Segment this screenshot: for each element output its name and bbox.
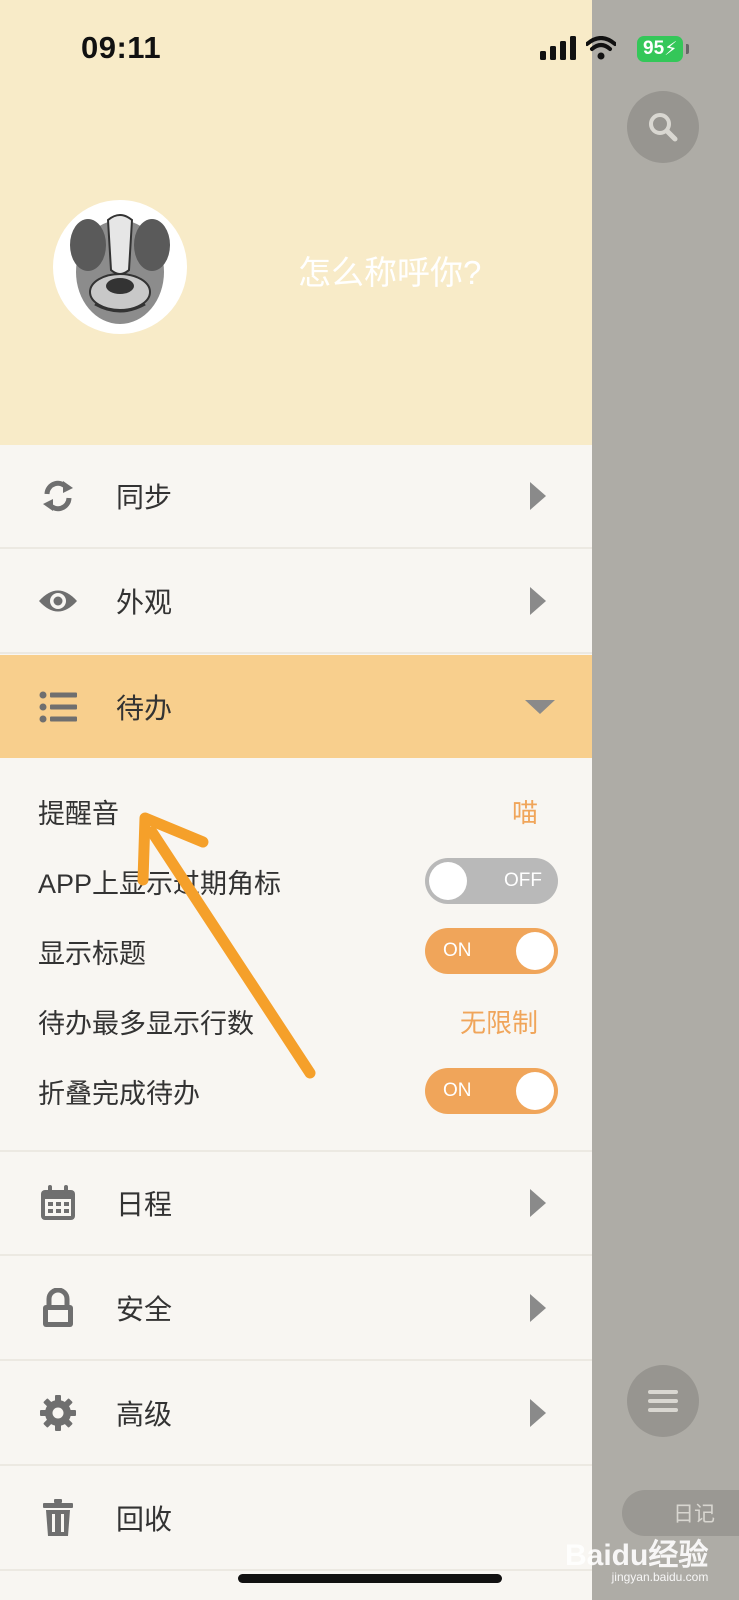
toggle-knob [516, 1072, 554, 1110]
trash-icon [37, 1497, 79, 1539]
setting-show-title: 显示标题 ON [38, 928, 558, 974]
menu-item-security[interactable]: 安全 [0, 1257, 592, 1361]
signal-icon [540, 36, 576, 60]
battery-indicator: 95 ⚡ [637, 36, 684, 62]
search-button[interactable] [627, 91, 699, 163]
menu-button[interactable] [627, 1365, 699, 1437]
home-indicator[interactable] [238, 1574, 502, 1583]
menu-item-label: 回收 [116, 1504, 173, 1535]
setting-overdue-badge: APP上显示过期角标 OFF [38, 858, 558, 904]
status-time: 09:11 [81, 30, 162, 65]
dog-avatar-image [70, 214, 170, 324]
chevron-down-icon [525, 700, 555, 714]
setting-value[interactable]: 无限制 [460, 1003, 538, 1040]
menu-item-todo[interactable]: 待办 [0, 655, 592, 759]
overdue-badge-toggle[interactable]: OFF [425, 858, 558, 904]
main-content-dimmed[interactable] [592, 0, 739, 1600]
chevron-right-icon [530, 1294, 546, 1322]
baidu-watermark: Baidu经验 jingyan.baidu.com [565, 1530, 708, 1584]
menu-item-recycle[interactable]: 回收 [0, 1467, 592, 1571]
drawer-header: 怎么称呼你? [0, 0, 592, 445]
chevron-right-icon [530, 482, 546, 510]
sync-icon [37, 475, 79, 517]
setting-label: 待办最多显示行数 [38, 1008, 254, 1039]
menu-item-label: 待办 [116, 693, 173, 724]
eye-icon [37, 580, 79, 622]
menu-item-label: 安全 [116, 1294, 173, 1325]
menu-item-schedule[interactable]: 日程 [0, 1152, 592, 1256]
show-title-toggle[interactable]: ON [425, 928, 558, 974]
menu-item-advanced[interactable]: 高级 [0, 1362, 592, 1466]
lock-icon [37, 1287, 79, 1329]
battery-level: 95 [643, 38, 665, 59]
toggle-state: ON [443, 940, 472, 961]
chevron-right-icon [530, 587, 546, 615]
collapse-done-toggle[interactable]: ON [425, 1068, 558, 1114]
menu-item-appearance[interactable]: 外观 [0, 550, 592, 654]
todo-settings-panel: 提醒音 喵 APP上显示过期角标 OFF 显示标题 ON 待办最多显示行数 无限… [0, 758, 592, 1152]
side-drawer: 怎么称呼你? 同步 外观 待办 提醒音 喵 APP上显示过期角标 OFF 显示标… [0, 0, 592, 1600]
menu-item-sync[interactable]: 同步 [0, 445, 592, 549]
setting-max-rows[interactable]: 待办最多显示行数 无限制 [38, 998, 558, 1044]
chevron-right-icon [530, 1399, 546, 1427]
menu-item-label: 同步 [116, 482, 173, 513]
setting-label: 显示标题 [38, 938, 146, 969]
gear-icon [37, 1392, 79, 1434]
diary-tab-label: 日记 [673, 1503, 715, 1526]
list-icon [37, 686, 79, 728]
avatar[interactable] [53, 200, 187, 334]
menu-item-label: 高级 [116, 1399, 173, 1430]
setting-collapse-done: 折叠完成待办 ON [38, 1068, 558, 1114]
battery-tip [686, 44, 689, 54]
setting-value[interactable]: 喵 [512, 793, 538, 830]
toggle-state: ON [443, 1080, 472, 1101]
watermark-text: Baidu经验 [565, 1539, 709, 1572]
username-placeholder[interactable]: 怎么称呼你? [298, 246, 481, 294]
chevron-right-icon [530, 1189, 546, 1217]
search-icon [649, 113, 678, 142]
charging-bolt-icon: ⚡ [664, 38, 678, 60]
setting-label: 提醒音 [38, 798, 119, 829]
calendar-icon [37, 1182, 79, 1224]
menu-item-label: 外观 [116, 587, 173, 618]
hamburger-icon [648, 1390, 678, 1412]
watermark-sub: jingyan.baidu.com [611, 1570, 709, 1584]
menu-item-label: 日程 [116, 1189, 173, 1220]
toggle-state: OFF [504, 870, 542, 891]
status-icons [540, 36, 616, 60]
wifi-icon [586, 36, 616, 60]
setting-label: APP上显示过期角标 [38, 868, 282, 899]
toggle-knob [429, 862, 467, 900]
toggle-knob [516, 932, 554, 970]
setting-label: 折叠完成待办 [38, 1078, 200, 1109]
setting-reminder-sound[interactable]: 提醒音 喵 [38, 788, 558, 834]
